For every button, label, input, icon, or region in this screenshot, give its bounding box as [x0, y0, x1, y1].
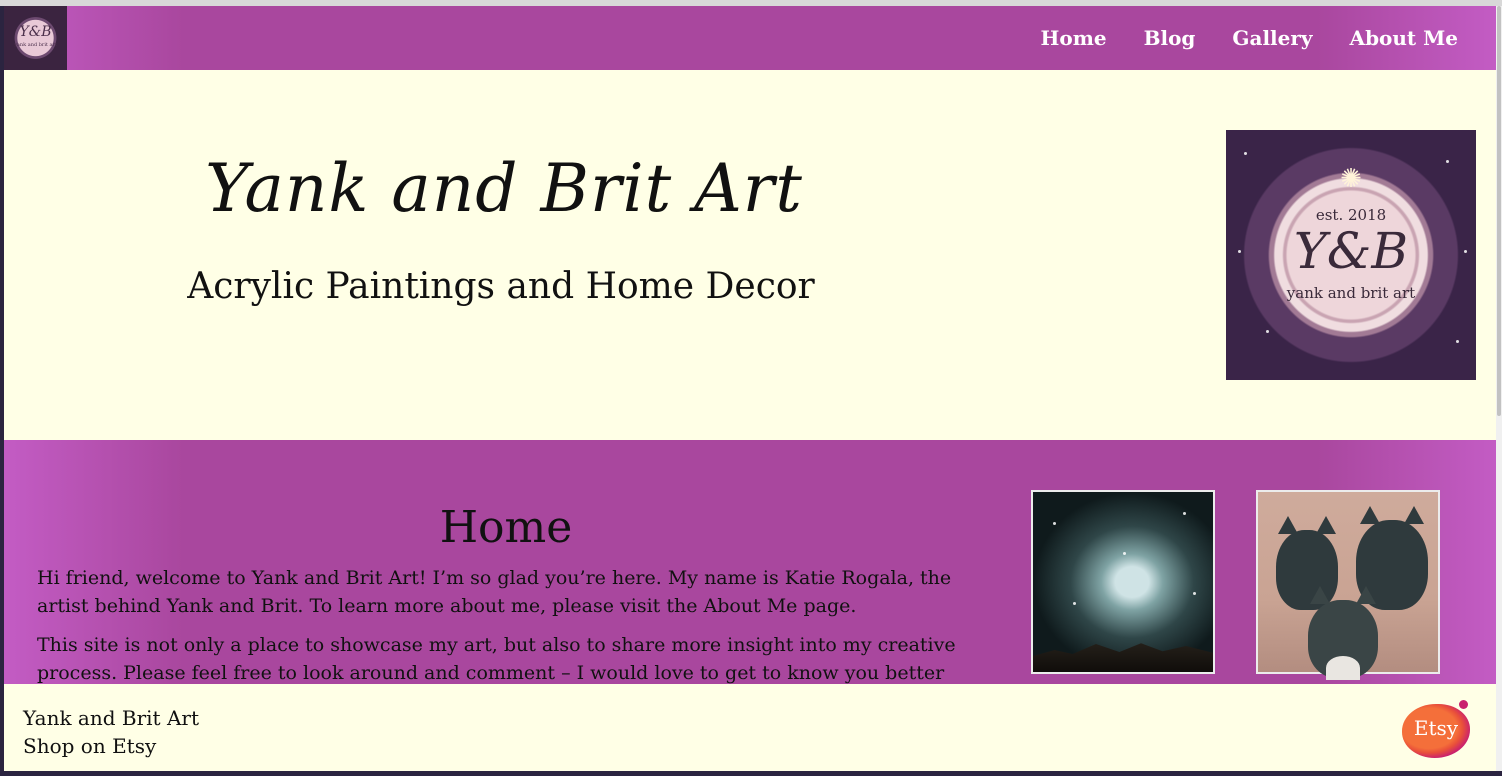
etsy-icon[interactable]: Etsy	[1402, 700, 1470, 758]
top-nav: Y&B yank and brit art Home Blog Gallery …	[4, 6, 1496, 70]
page-heading: Home	[439, 502, 573, 553]
etsy-badge-label: Etsy	[1413, 716, 1459, 740]
page: Y&B yank and brit art Home Blog Gallery …	[4, 6, 1496, 771]
site-title: Yank and Brit Art	[205, 150, 803, 227]
nav-logo-monogram: Y&B	[19, 24, 52, 40]
nav-link-gallery[interactable]: Gallery	[1232, 26, 1312, 50]
scrollbar[interactable]	[1496, 6, 1502, 771]
nav-link-blog[interactable]: Blog	[1144, 26, 1196, 50]
hero-logo-monogram: Y&B	[1293, 222, 1409, 280]
hero-banner: Yank and Brit Art Acrylic Paintings and …	[4, 70, 1496, 440]
hero-logo-name: yank and brit art	[1286, 284, 1416, 302]
footer: Yank and Brit Art Shop on Etsy Etsy	[4, 684, 1496, 771]
home-section: Home Hi friend, welcome to Yank and Brit…	[4, 440, 1496, 712]
galaxy-painting-image[interactable]	[1031, 490, 1215, 674]
cats-painting-image[interactable]	[1256, 490, 1440, 680]
nav-link-home[interactable]: Home	[1040, 26, 1106, 50]
nav-links: Home Blog Gallery About Me	[1040, 6, 1458, 70]
nav-logo[interactable]: Y&B yank and brit art	[4, 6, 67, 70]
site-tagline: Acrylic Paintings and Home Decor	[187, 266, 815, 307]
nav-link-about-me[interactable]: About Me	[1350, 26, 1458, 50]
hero-logo-image: ✺ est. 2018 Y&B yank and brit art	[1226, 130, 1476, 380]
footer-links: Yank and Brit Art Shop on Etsy	[23, 704, 199, 760]
scrollbar-thumb[interactable]	[1497, 6, 1501, 416]
nav-logo-subtext: yank and brit art	[14, 42, 57, 48]
intro-paragraph: Hi friend, welcome to Yank and Brit Art!…	[37, 567, 952, 617]
footer-etsy-link[interactable]: Shop on Etsy	[23, 732, 199, 760]
footer-site-name-link[interactable]: Yank and Brit Art	[23, 704, 199, 732]
star-icon: ✺	[1340, 164, 1362, 194]
